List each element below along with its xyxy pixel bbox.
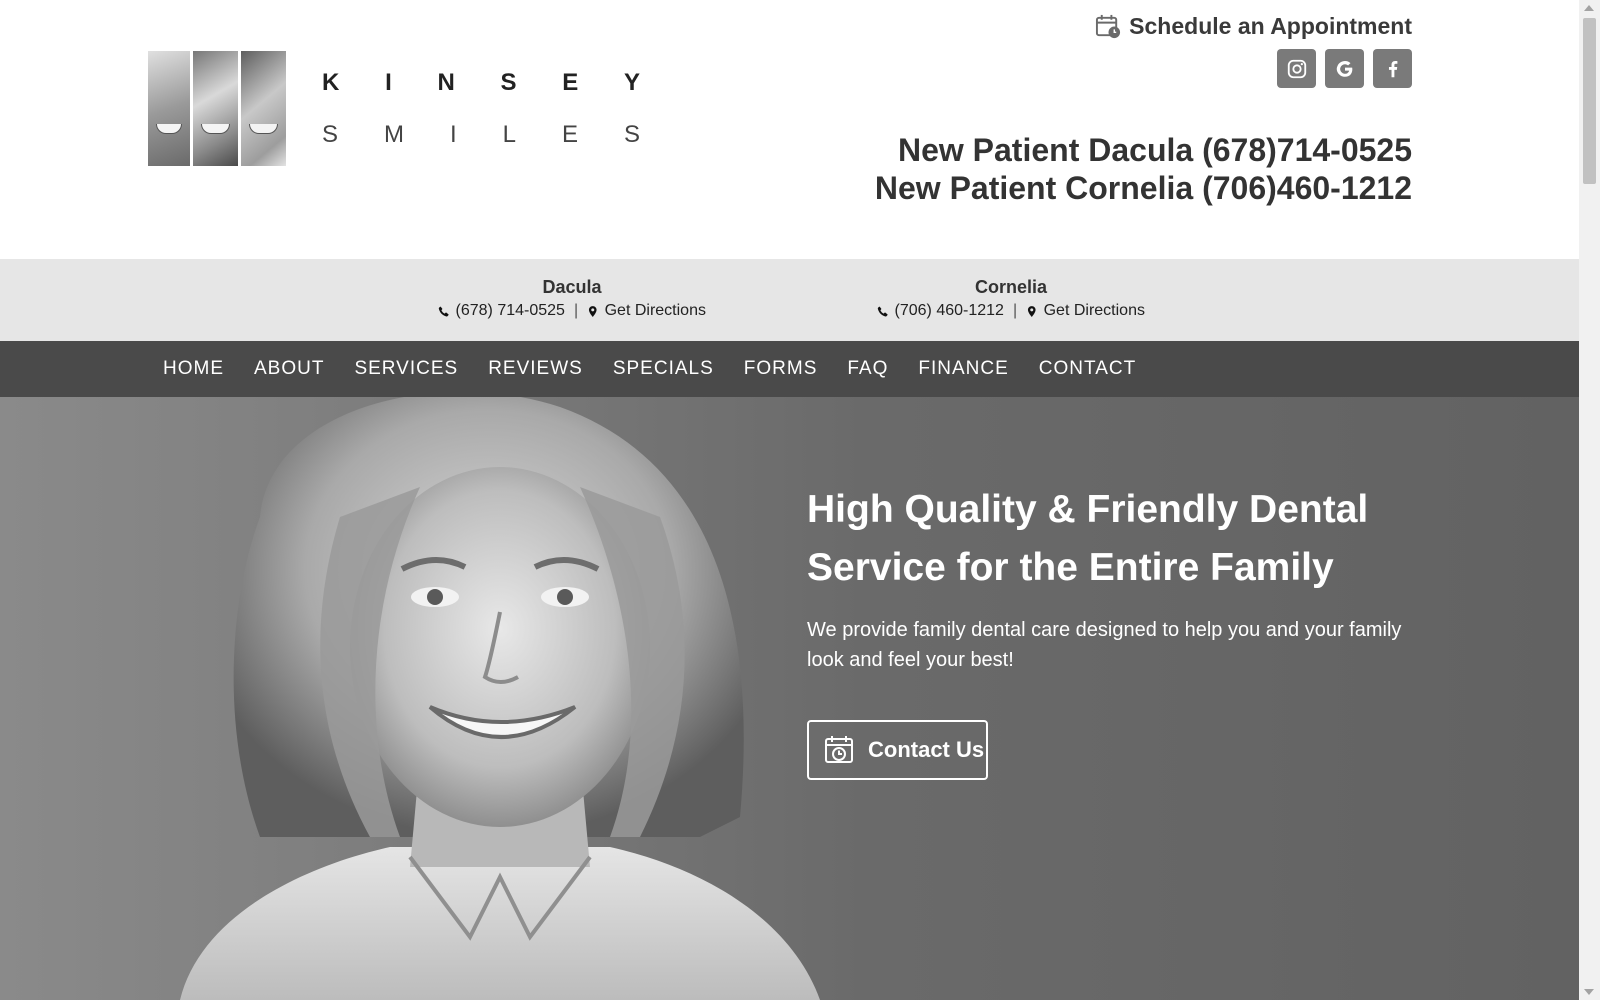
logo-letter: S	[500, 68, 517, 96]
main-nav: HOME ABOUT SERVICES REVIEWS SPECIALS FOR…	[0, 341, 1579, 397]
scroll-down-arrow-icon[interactable]	[1584, 989, 1594, 995]
location-name: Cornelia	[974, 277, 1048, 297]
facebook-button[interactable]	[1373, 49, 1412, 88]
get-directions-link[interactable]: Get Directions	[1044, 302, 1145, 320]
calendar-clock-icon	[825, 736, 853, 763]
location-phone-link[interactable]: (678) 714-0525	[456, 302, 565, 320]
nav-reviews[interactable]: REVIEWS	[488, 358, 583, 380]
logo-photo-1	[148, 51, 190, 166]
logo-photo-2	[193, 51, 238, 166]
nav-specials[interactable]: SPECIALS	[613, 358, 714, 380]
map-pin-icon	[589, 305, 597, 317]
location-dacula: Dacula (678) 714-0525 | Get Directions	[438, 277, 706, 320]
phone-icon	[438, 306, 449, 317]
new-patient-cornelia-phone[interactable]: New Patient Cornelia (706)460-1212	[875, 169, 1412, 207]
contact-us-button[interactable]: Contact Us	[807, 720, 988, 780]
instagram-icon	[1287, 59, 1306, 78]
locations-bar: Dacula (678) 714-0525 | Get Directions C…	[0, 259, 1579, 341]
scroll-up-arrow-icon[interactable]	[1584, 5, 1594, 11]
nav-contact[interactable]: CONTACT	[1039, 358, 1136, 380]
location-phone-link[interactable]: (706) 460-1212	[895, 302, 1004, 320]
new-patient-phones: New Patient Dacula (678)714-0525 New Pat…	[875, 131, 1412, 207]
schedule-appointment-link[interactable]: Schedule an Appointment	[1095, 13, 1412, 40]
site-header: K I N S E Y S M I L E S Schedule an Appo…	[0, 0, 1579, 259]
kinsey-smiles-logo[interactable]: K I N S E Y S M I L E S	[148, 51, 640, 166]
logo-letter: S	[623, 120, 640, 148]
get-directions-link[interactable]: Get Directions	[605, 302, 706, 320]
hero-section: High Quality & Friendly Dental Service f…	[0, 397, 1579, 1000]
logo-letter: Y	[623, 68, 640, 96]
logo-letter: I	[385, 68, 392, 96]
nav-forms[interactable]: FORMS	[744, 358, 818, 380]
separator: |	[1012, 302, 1018, 319]
nav-services[interactable]: SERVICES	[354, 358, 458, 380]
logo-letter: E	[562, 68, 579, 96]
logo-photo-strip	[148, 51, 286, 166]
calendar-clock-icon	[1096, 14, 1121, 39]
location-links: (678) 714-0525 | Get Directions	[438, 302, 706, 320]
logo-letter: S	[322, 120, 339, 148]
logo-letter: I	[449, 120, 457, 148]
hero-portrait-image	[180, 397, 820, 1000]
logo-line-smiles: S M I L E S	[322, 121, 640, 149]
logo-letter: E	[561, 120, 578, 148]
scroll-thumb[interactable]	[1583, 18, 1596, 184]
nav-faq[interactable]: FAQ	[847, 358, 888, 380]
google-button[interactable]	[1325, 49, 1364, 88]
hero-title: High Quality & Friendly Dental Service f…	[807, 488, 1369, 589]
location-cornelia: Cornelia (706) 460-1212 | Get Directions	[877, 277, 1145, 320]
nav-home[interactable]: HOME	[163, 358, 224, 380]
logo-letter: N	[437, 68, 455, 96]
logo-letter: M	[384, 120, 404, 148]
separator: |	[573, 302, 579, 319]
map-pin-icon	[1028, 305, 1036, 317]
new-patient-dacula-phone[interactable]: New Patient Dacula (678)714-0525	[875, 131, 1412, 169]
logo-wordmark: K I N S E Y S M I L E S	[322, 69, 640, 149]
phone-icon	[877, 306, 888, 317]
logo-letter: K	[322, 68, 340, 96]
page-scrollbar[interactable]	[1579, 0, 1600, 1000]
logo-letter: L	[502, 120, 516, 148]
nav-finance[interactable]: FINANCE	[918, 358, 1008, 380]
facebook-icon	[1388, 60, 1397, 77]
nav-about[interactable]: ABOUT	[254, 358, 324, 380]
logo-photo-3	[241, 51, 286, 166]
logo-line-kinsey: K I N S E Y	[322, 69, 640, 97]
contact-us-label: Contact Us	[868, 737, 985, 762]
hero-subtitle: We provide family dental care designed t…	[807, 619, 1402, 671]
social-links	[1277, 49, 1412, 88]
schedule-label: Schedule an Appointment	[1129, 13, 1412, 39]
location-name: Dacula	[542, 277, 602, 297]
google-icon	[1336, 60, 1352, 77]
instagram-button[interactable]	[1277, 49, 1316, 88]
location-links: (706) 460-1212 | Get Directions	[877, 302, 1145, 320]
